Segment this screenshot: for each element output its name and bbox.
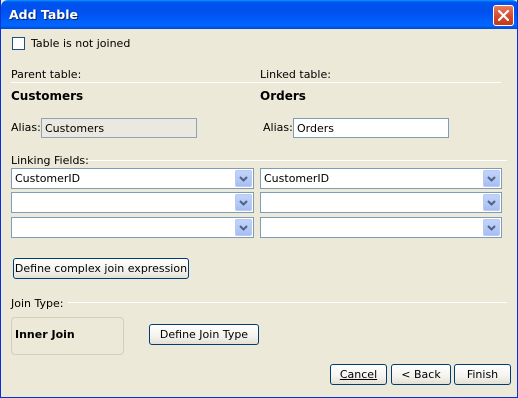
not-joined-label[interactable]: Table is not joined <box>31 37 130 50</box>
linking-fields-header: Linking Fields: <box>11 154 89 167</box>
dropdown-button[interactable] <box>235 170 252 187</box>
chevron-down-icon <box>239 176 248 182</box>
tables-divider <box>11 82 501 83</box>
not-joined-checkbox[interactable] <box>12 37 25 50</box>
join-type-box: Inner Join <box>11 317 124 355</box>
parent-field-select-3[interactable] <box>11 217 254 238</box>
back-button[interactable]: < Back <box>391 364 451 385</box>
window-title: Add Table <box>9 7 78 22</box>
define-join-type-button[interactable]: Define Join Type <box>149 324 259 345</box>
linked-table-header: Linked table: <box>260 68 331 81</box>
chevron-down-icon <box>487 225 496 231</box>
add-table-dialog: Add Table Table is not joined Parent tab… <box>0 0 518 398</box>
dropdown-button[interactable] <box>235 219 252 236</box>
parent-table-name: Customers <box>11 89 84 103</box>
dropdown-button[interactable] <box>483 219 500 236</box>
parent-table-header: Parent table: <box>11 68 82 81</box>
chevron-down-icon <box>487 176 496 182</box>
chevron-down-icon <box>239 225 248 231</box>
linked-field-select-3[interactable] <box>260 217 502 238</box>
close-button[interactable] <box>493 5 514 26</box>
chevron-down-icon <box>239 200 248 206</box>
linked-alias-field[interactable]: Orders <box>293 118 449 138</box>
parent-alias-field: Customers <box>41 118 197 138</box>
define-complex-join-button[interactable]: Define complex join expression <box>13 258 189 279</box>
linked-field-value: CustomerID <box>264 172 330 185</box>
parent-alias-label: Alias: <box>11 121 41 134</box>
join-type-header: Join Type: <box>11 297 64 310</box>
dropdown-button[interactable] <box>483 194 500 211</box>
linked-field-select-1[interactable]: CustomerID <box>260 168 502 189</box>
chevron-down-icon <box>487 200 496 206</box>
linking-divider <box>83 160 507 161</box>
join-type-value: Inner Join <box>15 328 75 341</box>
finish-button[interactable]: Finish <box>454 364 511 385</box>
cancel-button[interactable]: Cancel <box>330 364 387 385</box>
linked-table-name: Orders <box>260 89 306 103</box>
dropdown-button[interactable] <box>235 194 252 211</box>
linked-alias-label: Alias: <box>263 121 293 134</box>
close-icon <box>498 10 509 21</box>
join-type-divider <box>68 302 507 303</box>
parent-field-select-2[interactable] <box>11 192 254 213</box>
parent-field-select-1[interactable]: CustomerID <box>11 168 254 189</box>
dropdown-button[interactable] <box>483 170 500 187</box>
parent-field-value: CustomerID <box>15 172 81 185</box>
title-bar[interactable]: Add Table <box>1 0 517 29</box>
linked-field-select-2[interactable] <box>260 192 502 213</box>
